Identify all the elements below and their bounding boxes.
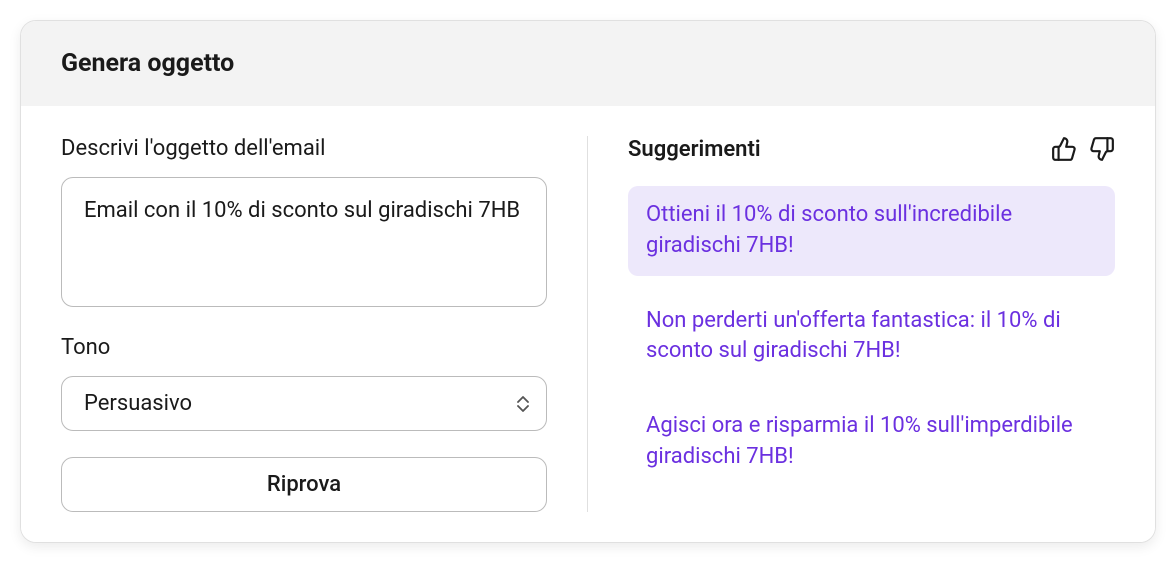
card-title: Genera oggetto (61, 49, 1115, 78)
tone-group: Tono Persuasivo (61, 335, 547, 431)
tone-select[interactable]: Persuasivo (61, 376, 547, 431)
tone-label: Tono (61, 335, 547, 360)
tone-select-wrapper: Persuasivo (61, 376, 547, 431)
suggestions-header: Suggerimenti (628, 136, 1115, 162)
describe-input[interactable] (61, 177, 547, 307)
describe-label: Descrivi l'oggetto dell'email (61, 136, 547, 161)
suggestions-column: Suggerimenti (588, 136, 1115, 512)
suggestion-item[interactable]: Agisci ora e risparmia il 10% sull'imper… (628, 397, 1115, 487)
form-column: Descrivi l'oggetto dell'email Tono Persu… (61, 136, 588, 512)
thumbs-down-button[interactable] (1089, 136, 1115, 162)
generate-subject-card: Genera oggetto Descrivi l'oggetto dell'e… (20, 20, 1156, 543)
suggestions-title: Suggerimenti (628, 137, 761, 162)
thumbs-up-icon (1051, 136, 1077, 162)
card-header: Genera oggetto (21, 21, 1155, 106)
feedback-icons (1051, 136, 1115, 162)
thumbs-down-icon (1089, 136, 1115, 162)
thumbs-up-button[interactable] (1051, 136, 1077, 162)
suggestions-list: Ottieni il 10% di sconto sull'incredibil… (628, 186, 1115, 487)
card-body: Descrivi l'oggetto dell'email Tono Persu… (21, 106, 1155, 542)
retry-button[interactable]: Riprova (61, 457, 547, 512)
suggestion-item[interactable]: Ottieni il 10% di sconto sull'incredibil… (628, 186, 1115, 276)
suggestion-item[interactable]: Non perderti un'offerta fantastica: il 1… (628, 292, 1115, 382)
